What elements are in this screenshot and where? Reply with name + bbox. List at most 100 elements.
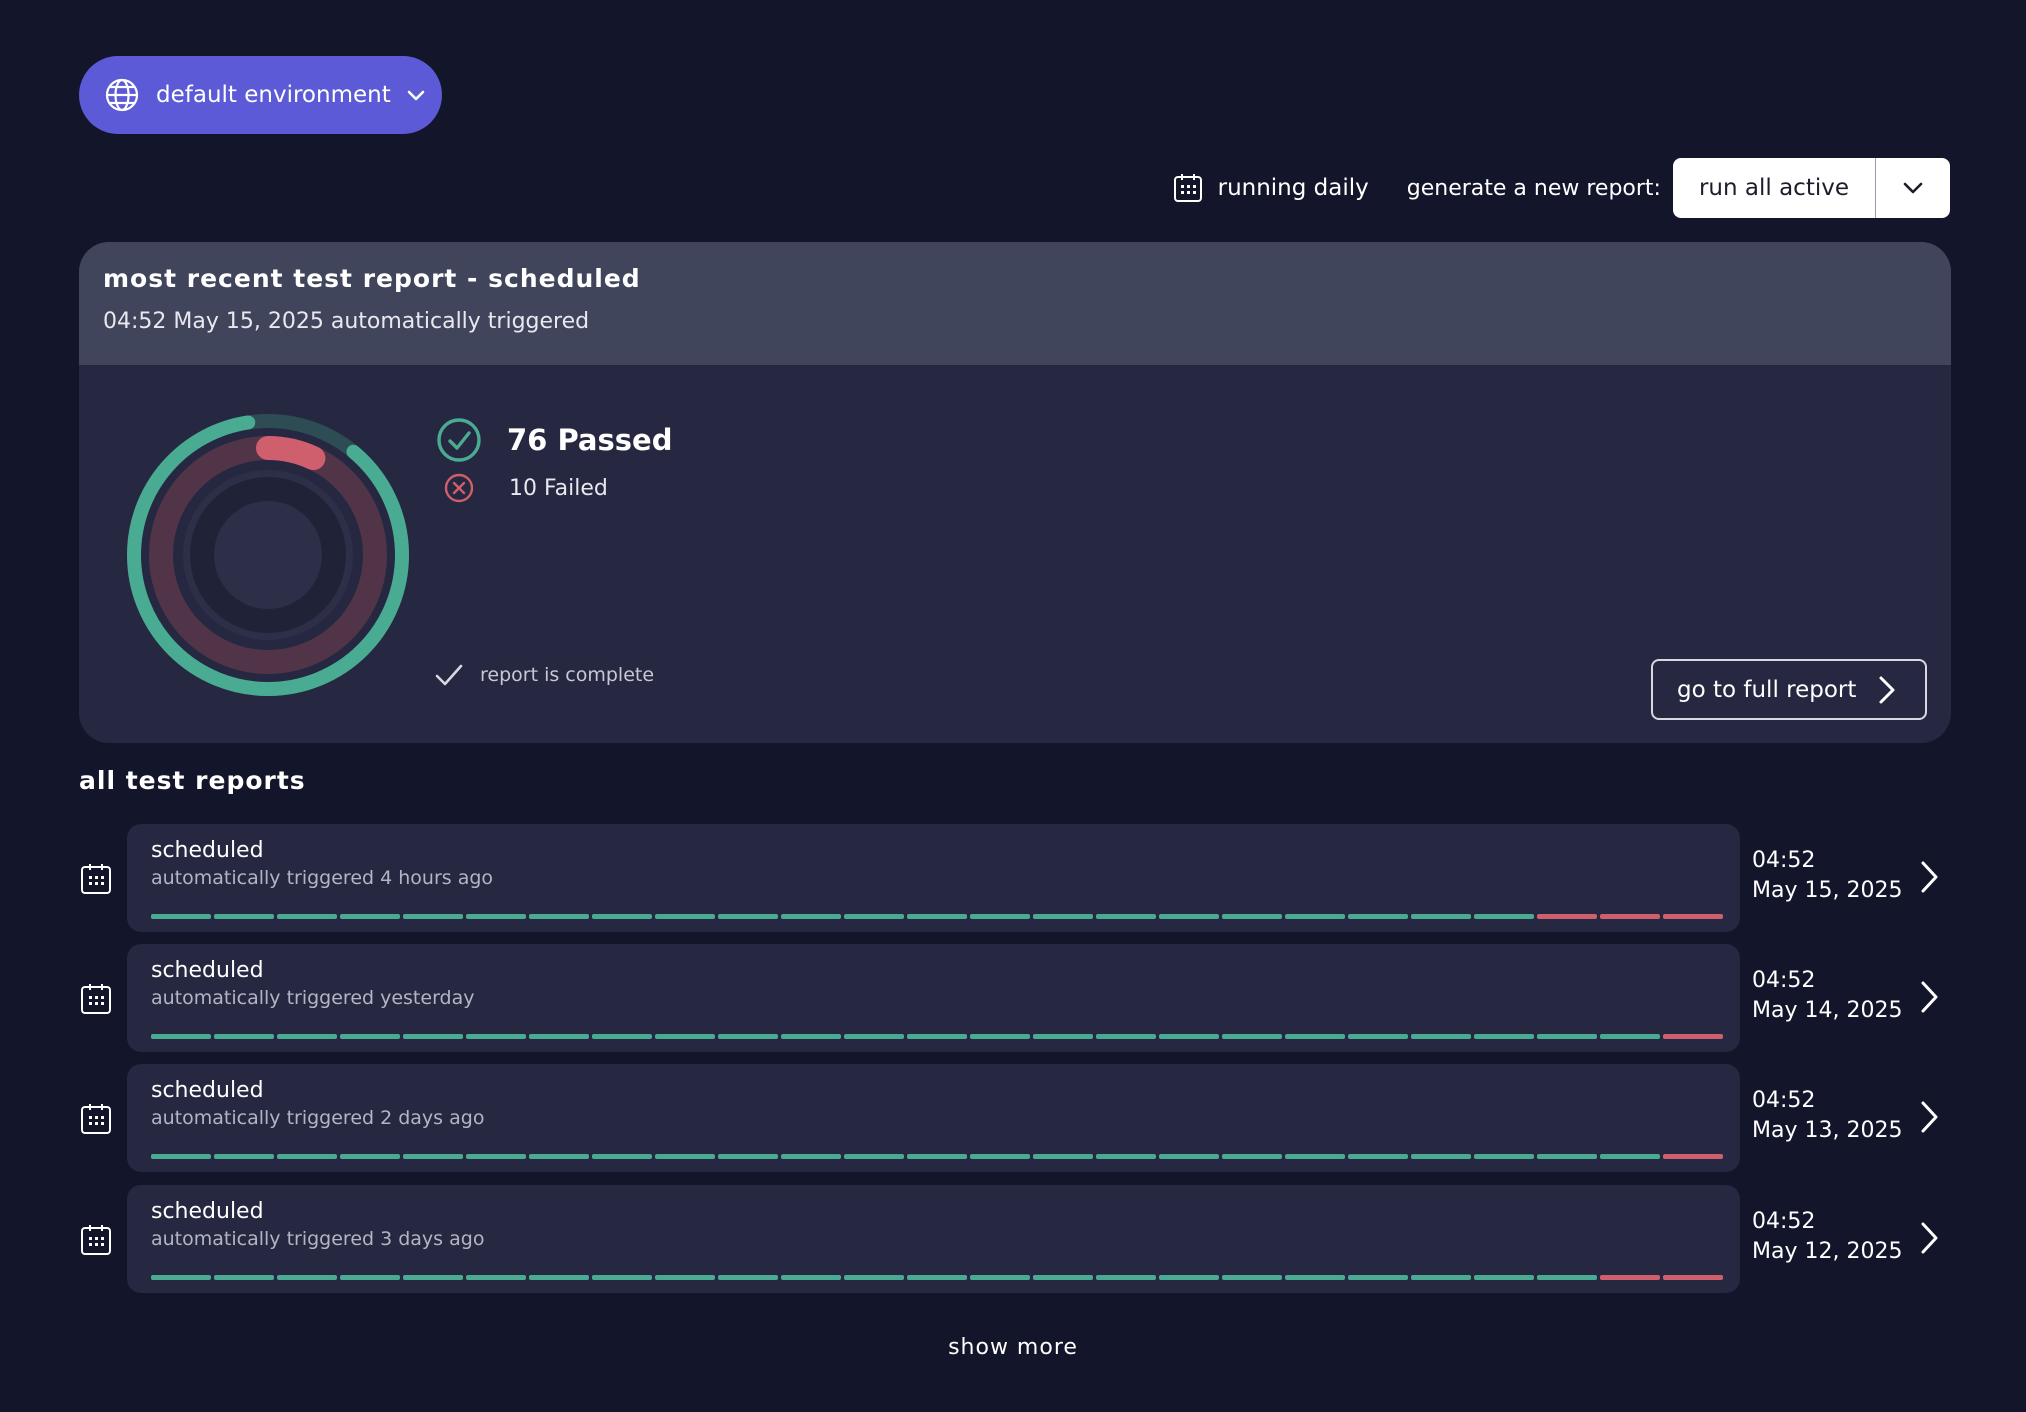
passed-segment (1600, 1034, 1660, 1039)
passed-segment (1159, 1034, 1219, 1039)
passed-segment (340, 1034, 400, 1039)
passed-segment (907, 1154, 967, 1159)
passed-segment (277, 1154, 337, 1159)
passed-segment (1033, 1154, 1093, 1159)
passed-segment (781, 914, 841, 919)
passed-segment (1285, 1034, 1345, 1039)
passed-segment (151, 1154, 211, 1159)
results-summary: 76 Passed 10 Failed (436, 417, 672, 503)
passed-segment (592, 1034, 652, 1039)
report-status-label: report is complete (480, 664, 655, 686)
report-row-body[interactable]: scheduled automatically triggered 2 days… (127, 1064, 1740, 1172)
passed-segment (592, 1275, 652, 1280)
passed-segment (1411, 914, 1471, 919)
passed-segment (1411, 1154, 1471, 1159)
report-row-datetime: 04:52 May 12, 2025 (1752, 1207, 1902, 1267)
passed-segment (970, 1034, 1030, 1039)
passed-segment (1348, 1275, 1408, 1280)
report-result-bar (151, 914, 1723, 919)
passed-segment (151, 1275, 211, 1280)
passed-segment (466, 1275, 526, 1280)
passed-segment (151, 1034, 211, 1039)
passed-segment (214, 1034, 274, 1039)
passed-segment (907, 1034, 967, 1039)
passed-segment (1222, 1275, 1282, 1280)
passed-segment (718, 1034, 778, 1039)
report-row-date: May 14, 2025 (1752, 998, 1903, 1023)
passed-segment (907, 914, 967, 919)
failed-row: 10 Failed (444, 473, 672, 503)
report-row-date: May 15, 2025 (1752, 878, 1903, 903)
passed-segment (529, 1034, 589, 1039)
passed-segment (277, 1034, 337, 1039)
passed-segment (781, 1154, 841, 1159)
report-row-title: scheduled (151, 1199, 264, 1224)
report-toolbar: running daily generate a new report: run… (1172, 158, 1950, 218)
passed-segment (1222, 1034, 1282, 1039)
run-options-dropdown[interactable] (1876, 158, 1950, 218)
chevron-right-icon[interactable] (1917, 1220, 1941, 1256)
report-row-body[interactable]: scheduled automatically triggered 3 days… (127, 1185, 1740, 1293)
passed-segment (718, 1275, 778, 1280)
passed-segment (529, 914, 589, 919)
passed-segment (340, 1154, 400, 1159)
passed-segment (1537, 1034, 1597, 1039)
report-row-date: May 13, 2025 (1752, 1118, 1903, 1143)
report-row-body[interactable]: scheduled automatically triggered yester… (127, 944, 1740, 1052)
passed-segment (1222, 1154, 1282, 1159)
failed-segment (1663, 914, 1723, 919)
failed-count: 10 Failed (509, 475, 608, 501)
run-all-active-button[interactable]: run all active (1673, 158, 1876, 218)
failed-segment (1600, 914, 1660, 919)
run-split-button: run all active (1672, 158, 1950, 218)
chevron-right-icon[interactable] (1917, 1099, 1941, 1135)
chevron-right-icon[interactable] (1917, 979, 1941, 1015)
recent-report-header: most recent test report - scheduled 04:5… (79, 242, 1951, 365)
report-row-3[interactable]: scheduled automatically triggered 2 days… (79, 1064, 1951, 1172)
full-report-label: go to full report (1677, 676, 1857, 703)
passed-segment (1600, 1154, 1660, 1159)
passed-segment (970, 1154, 1030, 1159)
passed-segment (781, 1275, 841, 1280)
passed-segment (907, 1275, 967, 1280)
report-row-time: 04:52 (1752, 1209, 1816, 1234)
passed-segment (277, 1275, 337, 1280)
report-row-time: 04:52 (1752, 968, 1816, 993)
calendar-icon (81, 1225, 111, 1255)
passed-segment (466, 914, 526, 919)
recent-report-card: most recent test report - scheduled 04:5… (79, 242, 1951, 743)
report-row-body[interactable]: scheduled automatically triggered 4 hour… (127, 824, 1740, 932)
passed-segment (844, 914, 904, 919)
report-row-2[interactable]: scheduled automatically triggered yester… (79, 944, 1951, 1052)
failed-segment (1600, 1275, 1660, 1280)
passed-segment (214, 1275, 274, 1280)
report-status: report is complete (434, 660, 654, 690)
recent-report-subtitle: 04:52 May 15, 2025 automatically trigger… (103, 309, 590, 334)
chevron-right-icon[interactable] (1917, 859, 1941, 895)
passed-segment (1096, 914, 1156, 919)
passed-segment (529, 1275, 589, 1280)
check-circle-icon (437, 418, 481, 462)
show-more-button[interactable]: show more (948, 1335, 1078, 1360)
passed-segment (403, 1034, 463, 1039)
passed-segment (1159, 1275, 1219, 1280)
report-row-time: 04:52 (1752, 1088, 1816, 1113)
passed-segment (1348, 914, 1408, 919)
passed-segment (1222, 914, 1282, 919)
passed-row: 76 Passed (436, 417, 672, 463)
report-result-bar (151, 1154, 1723, 1159)
environment-selector[interactable]: default environment (79, 56, 442, 134)
passed-segment (1096, 1154, 1156, 1159)
report-row-4[interactable]: scheduled automatically triggered 3 days… (79, 1185, 1951, 1293)
report-row-subtitle: automatically triggered yesterday (151, 987, 475, 1009)
report-row-subtitle: automatically triggered 2 days ago (151, 1107, 485, 1129)
report-row-date: May 12, 2025 (1752, 1239, 1903, 1264)
go-to-full-report-button[interactable]: go to full report (1651, 659, 1927, 720)
passed-segment (718, 914, 778, 919)
report-row-1[interactable]: scheduled automatically triggered 4 hour… (79, 824, 1951, 932)
all-reports-title: all test reports (79, 766, 306, 795)
passed-segment (340, 1275, 400, 1280)
passed-segment (214, 914, 274, 919)
report-row-subtitle: automatically triggered 3 days ago (151, 1228, 485, 1250)
calendar-icon (1173, 174, 1202, 202)
